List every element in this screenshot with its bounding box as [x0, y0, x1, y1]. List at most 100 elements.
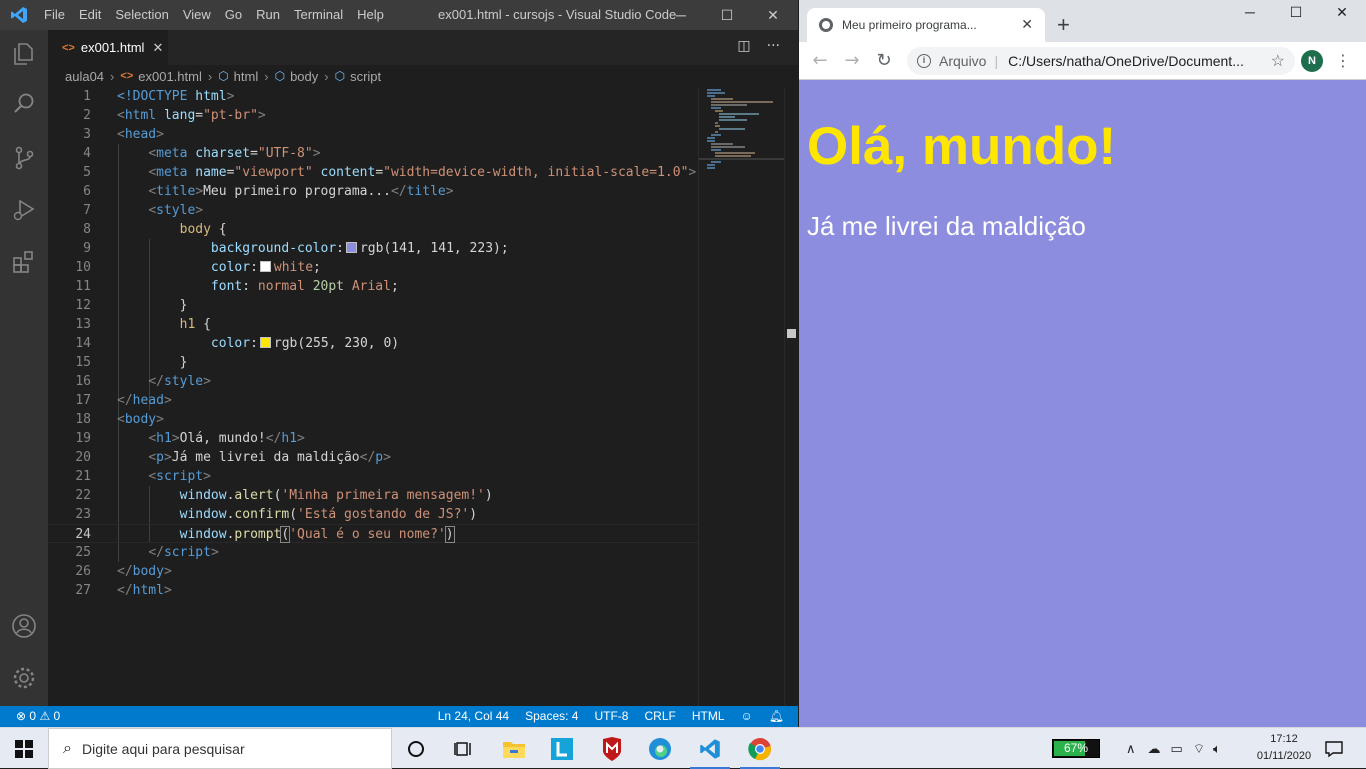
- l-app-button[interactable]: [538, 728, 586, 769]
- scheme-label: Arquivo: [939, 53, 987, 69]
- accounts-button[interactable]: [0, 602, 48, 650]
- code-line: 10 color: white;: [75, 260, 321, 275]
- breadcrumb-body[interactable]: body: [290, 69, 318, 84]
- chrome-maximize-icon[interactable]: ☐: [1273, 4, 1319, 28]
- edge-icon: [649, 737, 671, 760]
- chrome-tabstrip: Meu primeiro programa... ✕ + ─ ☐ ✕: [799, 0, 1366, 42]
- search-button[interactable]: [0, 80, 48, 128]
- color-swatch[interactable]: [259, 261, 271, 272]
- extensions-button[interactable]: [0, 238, 48, 286]
- breadcrumb-folder[interactable]: aula04: [65, 69, 104, 84]
- split-editor-icon[interactable]: ◫: [737, 38, 750, 54]
- bookmark-star-icon[interactable]: ☆: [1271, 51, 1285, 71]
- account-icon: [12, 614, 36, 638]
- code-line: 1 <!DOCTYPE html>: [83, 89, 235, 104]
- code-line-current: 24 window.prompt('Qual é o seu nome?'): [48, 524, 698, 543]
- new-tab-plus-icon[interactable]: +: [1057, 12, 1070, 38]
- error-count: 0: [29, 709, 37, 723]
- activity-bar: [0, 30, 48, 706]
- chrome-minimize-icon[interactable]: ─: [1227, 4, 1273, 28]
- url-text: C:/Users/natha/OneDrive/Document...: [1008, 53, 1244, 69]
- menu-selection[interactable]: Selection: [115, 7, 168, 22]
- browser-tab[interactable]: Meu primeiro programa... ✕: [807, 8, 1045, 42]
- onedrive-cloud-icon[interactable]: ☁: [1148, 741, 1161, 757]
- menu-help[interactable]: Help: [357, 7, 384, 22]
- chrome-close-icon[interactable]: ✕: [1319, 4, 1365, 28]
- wifi-icon[interactable]: ⌔: [1193, 741, 1205, 757]
- menu-run[interactable]: Run: [256, 7, 280, 22]
- color-swatch[interactable]: [259, 337, 271, 348]
- globe-icon: [819, 18, 833, 32]
- code-editor[interactable]: 1 <!DOCTYPE html> 2 <html lang="pt-br"> 3 <…: [48, 87, 698, 706]
- clock-time: 17:12: [1270, 733, 1298, 745]
- web-page-content: Olá, mundo! Já me livrei da maldição: [799, 80, 1366, 727]
- cortana-button[interactable]: [392, 728, 440, 769]
- tab-close-icon[interactable]: ✕: [1021, 16, 1033, 33]
- edge-button[interactable]: [636, 728, 684, 769]
- action-center-button[interactable]: [1310, 728, 1358, 769]
- taskbar-search[interactable]: ⌕ Digite aqui para pesquisar: [48, 728, 392, 769]
- task-view-button[interactable]: [440, 728, 488, 769]
- error-icon: ⊗: [16, 709, 27, 723]
- address-bar[interactable]: i Arquivo | C:/Users/natha/OneDrive/Docu…: [907, 47, 1295, 75]
- search-icon: [14, 93, 34, 113]
- close-window-button[interactable]: ✕: [750, 0, 796, 30]
- gear-icon: [13, 667, 35, 689]
- vscode-icon: [700, 738, 720, 759]
- menu-view[interactable]: View: [183, 7, 211, 22]
- feedback-icon[interactable]: ☺: [741, 709, 753, 723]
- chevron-up-icon[interactable]: ∧: [1126, 741, 1136, 757]
- notifications-bell-icon[interactable]: 🔔︎: [769, 709, 784, 723]
- code-line: 16 </style>: [75, 374, 211, 389]
- source-control-button[interactable]: [0, 134, 48, 182]
- start-button[interactable]: [0, 728, 48, 769]
- chrome-taskbar-button[interactable]: [736, 728, 784, 769]
- minimap[interactable]: [698, 87, 785, 706]
- language-mode[interactable]: HTML: [692, 709, 725, 723]
- search-placeholder: Digite aqui para pesquisar: [81, 740, 245, 757]
- breadcrumb-html[interactable]: html: [234, 69, 259, 84]
- info-icon[interactable]: i: [917, 54, 931, 68]
- code-line: 27 </html>: [75, 583, 172, 598]
- kebab-menu-icon[interactable]: ⋮: [1335, 50, 1351, 72]
- problems-indicator[interactable]: ⊗ 0 ⚠ 0: [16, 709, 60, 723]
- breadcrumb-script[interactable]: script: [350, 69, 381, 84]
- code-line: 8 body {: [83, 222, 227, 237]
- code-line: 9 background-color: rgb(141, 141, 223);: [83, 241, 509, 256]
- profile-avatar[interactable]: N: [1301, 50, 1323, 72]
- menu-edit[interactable]: Edit: [79, 7, 101, 22]
- cursor-position[interactable]: Ln 24, Col 44: [438, 709, 509, 723]
- editor-scrollbar[interactable]: [784, 87, 798, 706]
- battery-indicator[interactable]: 67%: [1052, 739, 1100, 758]
- symbol-element-icon: ⬡: [274, 69, 286, 83]
- reload-icon[interactable]: ↻: [873, 50, 895, 72]
- code-line: 26 </body>: [75, 564, 172, 579]
- minimize-button[interactable]: ─: [658, 0, 704, 30]
- menu-file[interactable]: File: [44, 7, 65, 22]
- run-debug-button[interactable]: [0, 186, 48, 234]
- breadcrumb-file[interactable]: ex001.html: [138, 69, 202, 84]
- end-of-line[interactable]: CRLF: [644, 709, 675, 723]
- menu-bar: File Edit Selection View Go Run Terminal…: [44, 7, 398, 22]
- mcafee-button[interactable]: [588, 728, 636, 769]
- maximize-button[interactable]: ☐: [704, 0, 750, 30]
- tab-ex001-html[interactable]: <> ex001.html ✕: [48, 30, 168, 65]
- manage-button[interactable]: [0, 654, 48, 702]
- explorer-button[interactable]: [0, 30, 48, 78]
- more-actions-icon[interactable]: ···: [767, 38, 780, 54]
- color-swatch[interactable]: [345, 242, 357, 253]
- menu-terminal[interactable]: Terminal: [294, 7, 343, 22]
- back-arrow-icon[interactable]: ←: [809, 50, 831, 72]
- chevron-right-icon: ›: [264, 68, 269, 84]
- forward-arrow-icon[interactable]: →: [841, 50, 863, 72]
- volume-icon[interactable]: 🔈︎: [1213, 741, 1221, 757]
- indentation[interactable]: Spaces: 4: [525, 709, 578, 723]
- file-explorer-button[interactable]: [490, 728, 538, 769]
- menu-go[interactable]: Go: [225, 7, 242, 22]
- battery-icon[interactable]: ▭: [1171, 741, 1183, 757]
- encoding[interactable]: UTF-8: [594, 709, 628, 723]
- extensions-icon: [13, 251, 33, 273]
- clock[interactable]: 17:12 01/11/2020: [1256, 731, 1312, 765]
- vscode-taskbar-button[interactable]: [686, 728, 734, 769]
- tab-close-icon[interactable]: ✕: [152, 40, 163, 56]
